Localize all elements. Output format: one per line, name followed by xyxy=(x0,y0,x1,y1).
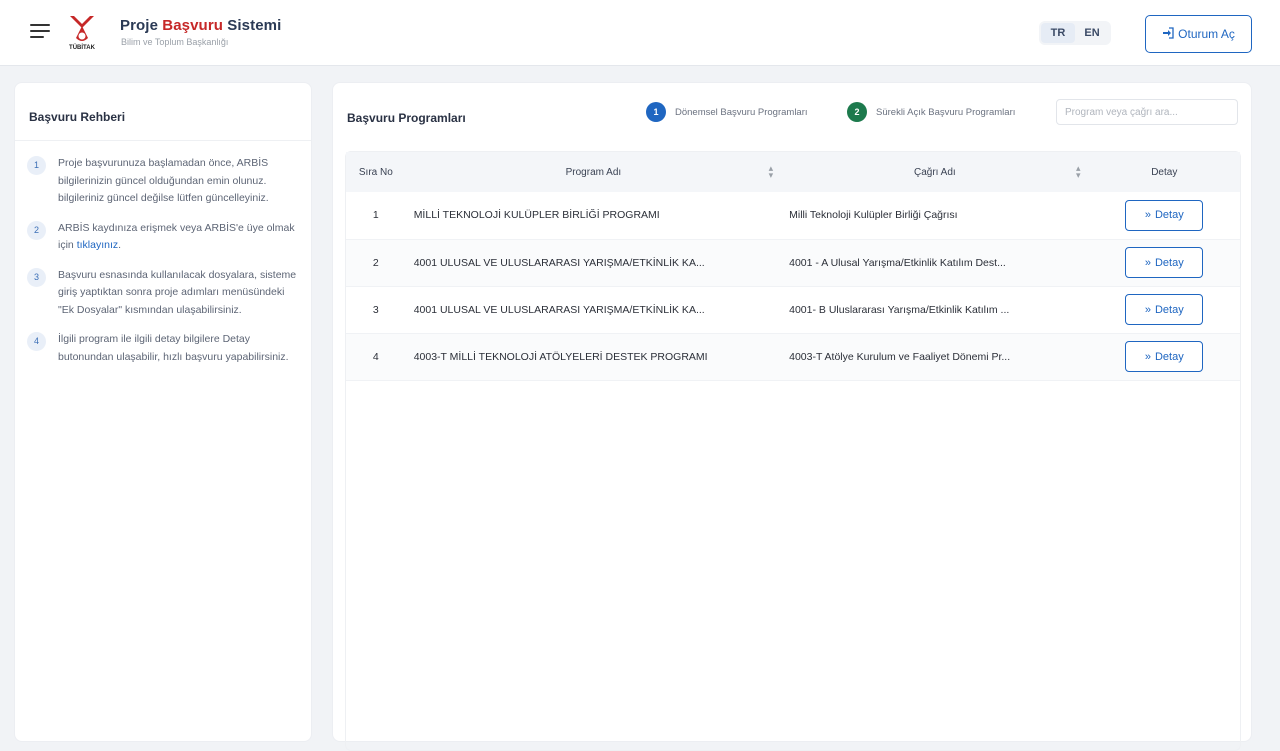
application-guide-panel: Başvuru Rehberi 1 Proje başvurunuza başl… xyxy=(14,82,312,742)
guide-item: 1 Proje başvurunuza başlamadan önce, ARB… xyxy=(27,155,302,208)
column-header-program-label: Program Adı xyxy=(565,166,622,178)
cell-cagri: 4001 - A Ulusal Yarışma/Etkinlik Katılım… xyxy=(781,239,1089,287)
programs-title: Başvuru Programları xyxy=(347,111,466,125)
app-subtitle: Bilim ve Toplum Başkanlığı xyxy=(121,37,229,47)
column-header-program[interactable]: Program Adı ▴ ▾ xyxy=(405,152,782,192)
detail-button-label: Detay xyxy=(1154,350,1184,363)
double-chevron-right-icon: » xyxy=(1144,303,1151,316)
double-chevron-right-icon: » xyxy=(1144,209,1151,222)
program-search-input[interactable] xyxy=(1056,99,1238,125)
top-header: TÜBİTAK Proje Başvuru Sistemi Bilim ve T… xyxy=(0,0,1280,66)
legend-label-continuous: Sürekli Açık Başvuru Programları xyxy=(876,106,1016,118)
double-chevron-right-icon: » xyxy=(1144,350,1151,363)
logo-text: TÜBİTAK xyxy=(69,45,95,51)
step-number-badge: 3 xyxy=(27,267,46,287)
hamburger-menu-icon[interactable] xyxy=(30,24,50,42)
column-header-detail-label: Detay xyxy=(1151,166,1178,178)
cell-detail: » Detay xyxy=(1088,192,1240,240)
guide-item: 4 İlgili program ile ilgili detay bilgil… xyxy=(27,331,302,366)
lang-tr-button[interactable]: TR xyxy=(1041,23,1075,43)
cell-program: 4001 ULUSAL VE ULUSLARARASI YARIŞMA/ETKİ… xyxy=(405,286,782,334)
app-title-part2: Sistemi xyxy=(223,17,282,34)
guide-list: 1 Proje başvurunuza başlamadan önce, ARB… xyxy=(27,155,302,378)
guide-item: 3 Başvuru esnasında kullanılacak dosyala… xyxy=(27,267,302,320)
app-title: Proje Başvuru Sistemi xyxy=(120,17,281,34)
legend-badge-periodic: 1 xyxy=(646,102,666,122)
step-number-badge: 4 xyxy=(27,332,46,351)
detail-button-label: Detay xyxy=(1154,256,1184,269)
step-number-badge: 1 xyxy=(27,156,46,175)
cell-program: MİLLİ TEKNOLOJİ KULÜPLER BİRLİĞİ PROGRAM… xyxy=(405,192,782,240)
app-title-accent: Başvuru xyxy=(162,17,224,34)
lang-en-button[interactable]: EN xyxy=(1075,23,1109,43)
cell-program: 4003-T MİLLİ TEKNOLOJİ ATÖLYELERİ DESTEK… xyxy=(405,333,782,381)
guide-item: 2 ARBİS kaydınıza erişmek veya ARBİS'e ü… xyxy=(27,220,302,255)
column-header-detail: Detay xyxy=(1088,152,1240,192)
cell-cagri: 4003-T Atölye Kurulum ve Faaliyet Dönemi… xyxy=(781,333,1089,381)
guide-title: Başvuru Rehberi xyxy=(29,110,126,124)
detail-button[interactable]: » Detay xyxy=(1125,247,1204,278)
cell-no: 2 xyxy=(346,239,406,287)
cell-no: 1 xyxy=(346,192,406,240)
column-header-cagri[interactable]: Çağrı Adı ▴ ▾ xyxy=(781,152,1089,192)
cell-program: 4001 ULUSAL VE ULUSLARARASI YARIŞMA/ETKİ… xyxy=(405,239,782,287)
guide-item-text: Başvuru esnasında kullanılacak dosyalara… xyxy=(58,268,297,316)
login-button[interactable]: Oturum Aç xyxy=(1145,15,1252,53)
guide-item-text-after: . xyxy=(118,239,122,251)
detail-button-label: Detay xyxy=(1154,303,1184,316)
legend-periodic: 1 Dönemsel Başvuru Programları xyxy=(646,102,808,122)
cell-detail: » Detay xyxy=(1088,333,1240,381)
guide-item-text: Proje başvurunuza başlamadan önce, ARBİS… xyxy=(58,157,269,204)
legend-badge-continuous: 2 xyxy=(847,102,867,122)
guide-item-text: İlgili program ile ilgili detay bilgiler… xyxy=(58,333,289,363)
cell-cagri: 4001- B Uluslararası Yarışma/Etkinlik Ka… xyxy=(781,286,1089,334)
table-row: 3 4001 ULUSAL VE ULUSLARARASI YARIŞMA/ET… xyxy=(346,286,1240,334)
login-label: Oturum Aç xyxy=(1178,27,1235,41)
arbis-link[interactable]: tıklayınız xyxy=(77,239,118,251)
column-header-no-label: Sıra No xyxy=(358,166,393,178)
programs-table: Sıra No Program Adı ▴ ▾ Çağrı Adı ▴ ▾ Detay … xyxy=(346,152,1240,381)
detail-button[interactable]: » Detay xyxy=(1125,294,1204,325)
step-number-badge: 2 xyxy=(27,220,46,240)
cell-no: 3 xyxy=(346,286,406,334)
table-header-row: Sıra No Program Adı ▴ ▾ Çağrı Adı ▴ ▾ Detay xyxy=(346,152,1240,192)
programs-table-container: Sıra No Program Adı ▴ ▾ Çağrı Adı ▴ ▾ Detay … xyxy=(345,151,1241,751)
sort-icon[interactable]: ▴ ▾ xyxy=(769,164,774,180)
detail-button-label: Detay xyxy=(1154,209,1184,222)
programs-panel: Başvuru Programları 1 Dönemsel Başvuru P… xyxy=(332,82,1252,751)
cell-no: 4 xyxy=(346,333,406,381)
table-row: 4 4003-T MİLLİ TEKNOLOJİ ATÖLYELERİ DEST… xyxy=(346,333,1240,381)
table-row: 2 4001 ULUSAL VE ULUSLARARASI YARIŞMA/ET… xyxy=(346,239,1240,287)
guide-divider xyxy=(15,140,311,141)
legend-label-periodic: Dönemsel Başvuru Programları xyxy=(675,106,808,118)
legend-continuous: 2 Sürekli Açık Başvuru Programları xyxy=(847,102,1015,122)
cell-detail: » Detay xyxy=(1088,239,1240,287)
detail-button[interactable]: » Detay xyxy=(1125,341,1204,372)
double-chevron-right-icon: » xyxy=(1144,256,1151,269)
app-title-part1: Proje xyxy=(120,17,163,34)
sort-icon[interactable]: ▴ ▾ xyxy=(1076,164,1081,180)
detail-button[interactable]: » Detay xyxy=(1125,199,1204,231)
column-header-cagri-label: Çağrı Adı xyxy=(913,166,956,178)
sign-in-icon xyxy=(1162,26,1174,42)
table-row: 1 MİLLİ TEKNOLOJİ KULÜPLER BİRLİĞİ PROGR… xyxy=(346,192,1240,240)
language-switcher: TR EN xyxy=(1039,21,1111,45)
cell-detail: » Detay xyxy=(1088,286,1240,334)
cell-cagri: Milli Teknoloji Kulüpler Birliği Çağrısı xyxy=(781,192,1089,240)
guide-item-text: ARBİS kaydınıza erişmek veya ARBİS'e üye… xyxy=(58,220,302,255)
column-header-no: Sıra No xyxy=(346,152,406,192)
